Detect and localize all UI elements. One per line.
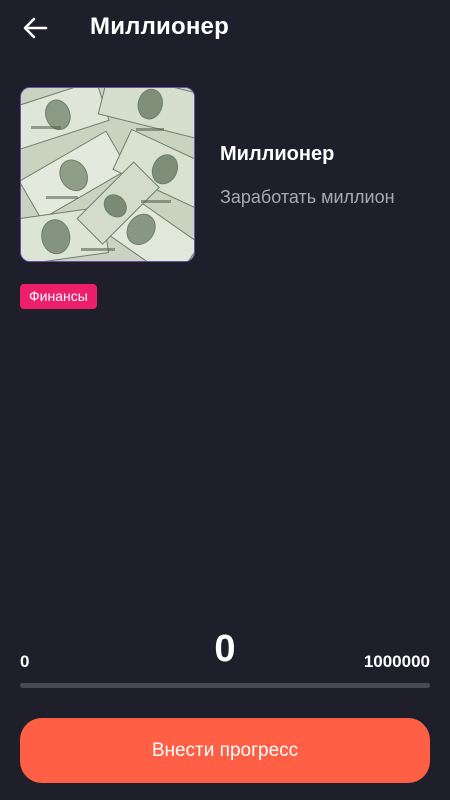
goal-title: Миллионер	[220, 143, 335, 165]
progress-bar	[20, 683, 430, 688]
category-tag: Финансы	[20, 284, 97, 309]
arrow-left-icon	[23, 17, 48, 39]
money-banknotes-image	[21, 88, 194, 261]
goal-description: Заработать миллион	[220, 187, 395, 207]
add-progress-button[interactable]: Внести прогресс	[20, 718, 430, 783]
progress-max-label: 1000000	[363, 652, 430, 671]
goal-detail-screen: Миллионер Миллионер Заработать миллион Ф…	[0, 0, 450, 800]
goal-image	[20, 87, 195, 262]
page-title: Миллионер	[90, 13, 229, 40]
top-app-bar: Миллионер	[0, 0, 450, 56]
back-button[interactable]	[20, 14, 50, 42]
